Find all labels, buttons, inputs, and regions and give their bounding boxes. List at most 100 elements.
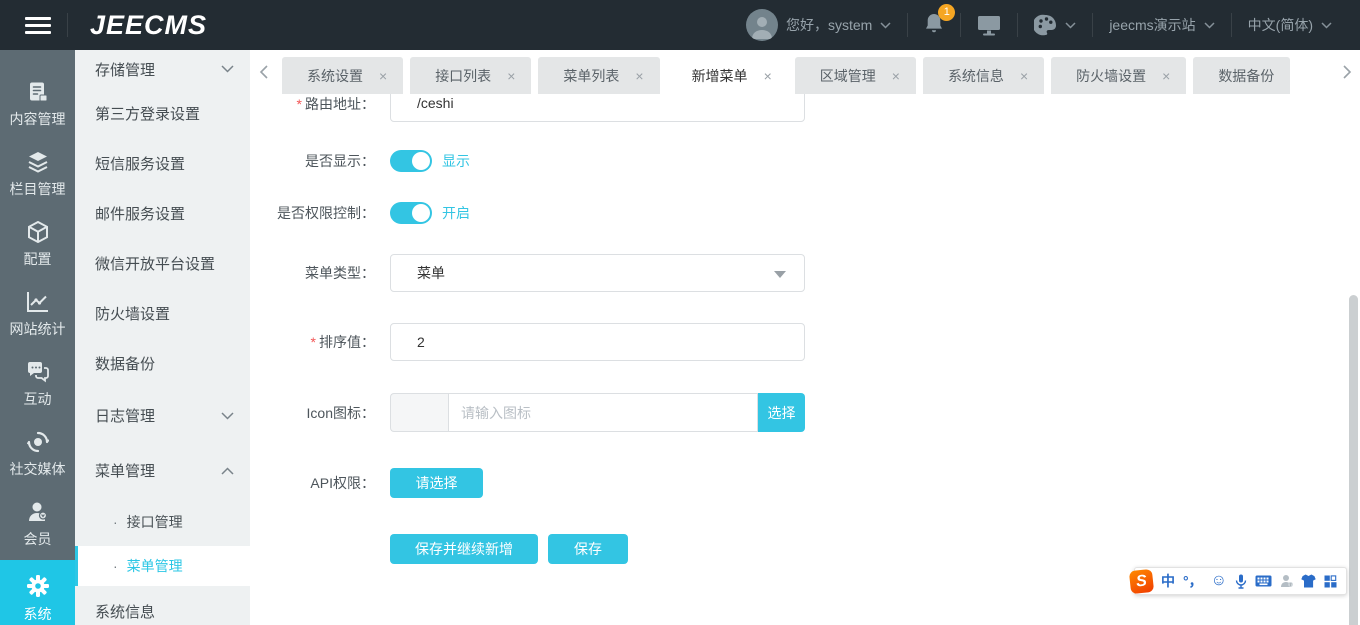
close-icon[interactable]: × [892, 68, 900, 84]
svg-text:7: 7 [1290, 583, 1292, 587]
header-right: 您好，system 1 jeecms演示站 中文(简体) [730, 0, 1360, 50]
tab-bar: 系统设置 × 接口列表 × 菜单列表 × 新增菜单 × 区域管理 × 系统信息 … [250, 50, 1360, 94]
api-label: API权限： [310, 475, 375, 491]
top-header: JEECMS 您好，system 1 jeecms演示站 中文(简体) [0, 0, 1360, 50]
submenu-item-wechat-platform[interactable]: 微信开放平台设置 [75, 238, 250, 288]
chevron-down-icon [1065, 21, 1076, 29]
palette-icon [1034, 14, 1057, 36]
submenu-item-backup[interactable]: 数据备份 [75, 338, 250, 388]
close-icon[interactable]: × [635, 68, 643, 84]
notification-badge: 1 [938, 3, 956, 21]
user-mode-icon[interactable]: 7 [1280, 574, 1293, 588]
route-label: * 路由地址： [296, 96, 375, 112]
skin-icon[interactable] [1301, 574, 1316, 588]
sogou-logo-icon[interactable]: S [1128, 568, 1155, 594]
submenu-item-storage[interactable]: 存储管理 [75, 50, 250, 88]
submenu-subitem-menu-mgmt[interactable]: · 菜单管理 [75, 546, 250, 586]
rail-item-label: 互动 [23, 391, 52, 407]
tab-region-mgmt[interactable]: 区域管理 × [794, 57, 916, 94]
ime-language-mode-icon[interactable]: 中 [1161, 571, 1175, 591]
tab-backup[interactable]: 数据备份 [1193, 57, 1291, 94]
submenu-item-thirdparty-login[interactable]: 第三方登录设置 [75, 88, 250, 138]
main-content: 系统设置 × 接口列表 × 菜单列表 × 新增菜单 × 区域管理 × 系统信息 … [250, 50, 1360, 625]
submenu-item-sms[interactable]: 短信服务设置 [75, 138, 250, 188]
ime-punctuation-icon[interactable]: °， [1183, 571, 1203, 591]
rail-item-system[interactable]: 系统 [0, 560, 75, 625]
secondary-nav: 存储管理 第三方登录设置 短信服务设置 邮件服务设置 微信开放平台设置 防火墙设… [75, 50, 250, 625]
rail-item-content[interactable]: 内容管理 [0, 70, 75, 140]
new-menu-form: *路由地址： 是否显示： 显示 是否权限控制： 开启 菜单类型： 菜单 *排序值… [250, 94, 1360, 625]
rail-item-members[interactable]: 会员 [0, 490, 75, 560]
primary-nav-rail: 内容管理 栏目管理 配置 网站统计 互动 社交媒体 会员 系统 [0, 50, 75, 625]
tab-api-list[interactable]: 接口列表 × [410, 57, 532, 94]
layers-icon [28, 152, 47, 173]
rail-item-config[interactable]: 配置 [0, 210, 75, 280]
rail-item-interaction[interactable]: 互动 [0, 350, 75, 420]
icon-input[interactable] [448, 393, 758, 432]
site-selector[interactable]: jeecms演示站 [1093, 0, 1230, 50]
menu-toggle-icon[interactable] [25, 16, 51, 34]
chat-icon [27, 362, 49, 383]
type-label: 菜单类型： [305, 265, 375, 281]
tab-scroll-right-icon[interactable] [1343, 65, 1352, 79]
vertical-scrollbar[interactable] [1349, 295, 1358, 625]
route-input[interactable] [390, 94, 805, 122]
type-select[interactable]: 菜单 [390, 254, 805, 292]
submenu-item-mail[interactable]: 邮件服务设置 [75, 188, 250, 238]
close-icon[interactable]: × [507, 68, 515, 84]
theme-menu[interactable] [1018, 0, 1092, 50]
screen-button[interactable] [961, 0, 1017, 50]
chart-line-icon [27, 292, 48, 312]
tab-firewall[interactable]: 防火墙设置 × [1051, 57, 1187, 94]
bullet: · [113, 514, 118, 530]
submenu-subitem-api-mgmt[interactable]: · 接口管理 [75, 498, 250, 546]
chevron-down-icon [221, 411, 234, 420]
chevron-down-icon [1321, 21, 1332, 29]
submenu-item-logs[interactable]: 日志管理 [75, 388, 250, 443]
submenu-item-menu-mgmt[interactable]: 菜单管理 [75, 443, 250, 498]
tab-new-menu[interactable]: 新增菜单 × [666, 57, 788, 94]
tab-system-info[interactable]: 系统信息 × [922, 57, 1045, 94]
rail-item-stats[interactable]: 网站统计 [0, 280, 75, 350]
notifications-button[interactable]: 1 [908, 0, 960, 50]
chevron-up-icon [221, 466, 234, 475]
submenu-item-system-info[interactable]: 系统信息 [75, 586, 250, 625]
tab-system-settings[interactable]: 系统设置 × [282, 57, 404, 94]
ime-toolbar: S 中 °， ☺ 7 [1128, 567, 1347, 595]
close-icon[interactable]: × [1020, 68, 1028, 84]
rail-item-columns[interactable]: 栏目管理 [0, 140, 75, 210]
emoji-icon[interactable]: ☺ [1211, 572, 1227, 590]
save-and-continue-button[interactable]: 保存并继续新增 [390, 534, 538, 564]
permission-label: 是否权限控制： [277, 205, 375, 221]
type-select-value: 菜单 [417, 265, 445, 281]
close-icon[interactable]: × [379, 68, 387, 84]
visible-label: 是否显示： [305, 153, 375, 169]
close-icon[interactable]: × [1162, 68, 1170, 84]
user-greeting: 您好，system [785, 17, 873, 33]
submenu-item-firewall[interactable]: 防火墙设置 [75, 288, 250, 338]
keyboard-icon[interactable] [1255, 575, 1272, 587]
visible-toggle[interactable] [390, 150, 432, 172]
save-button[interactable]: 保存 [548, 534, 628, 564]
rail-item-social[interactable]: 社交媒体 [0, 420, 75, 490]
language-selector[interactable]: 中文(简体) [1232, 0, 1360, 50]
microphone-icon[interactable] [1235, 574, 1247, 589]
close-icon[interactable]: × [764, 68, 772, 84]
sort-input[interactable] [390, 323, 805, 361]
permission-toggle[interactable] [390, 202, 432, 224]
icon-label: Icon图标： [306, 405, 375, 421]
rail-item-label: 会员 [23, 531, 52, 547]
toolbox-grid-icon[interactable] [1324, 574, 1337, 588]
sort-label: * 排序值： [310, 334, 375, 350]
icon-select-button[interactable]: 选择 [758, 393, 805, 432]
rail-item-label: 系统 [23, 606, 52, 622]
rail-item-label: 配置 [23, 251, 52, 267]
permission-state: 开启 [442, 205, 470, 221]
app-logo: JEECMS [90, 9, 208, 40]
rail-item-label: 栏目管理 [9, 181, 66, 197]
rail-item-label: 网站统计 [9, 321, 66, 337]
tab-scroll-left-icon[interactable] [259, 65, 268, 79]
tab-menu-list[interactable]: 菜单列表 × [538, 57, 660, 94]
user-menu[interactable]: 您好，system [730, 0, 907, 50]
api-select-button[interactable]: 请选择 [390, 468, 483, 498]
